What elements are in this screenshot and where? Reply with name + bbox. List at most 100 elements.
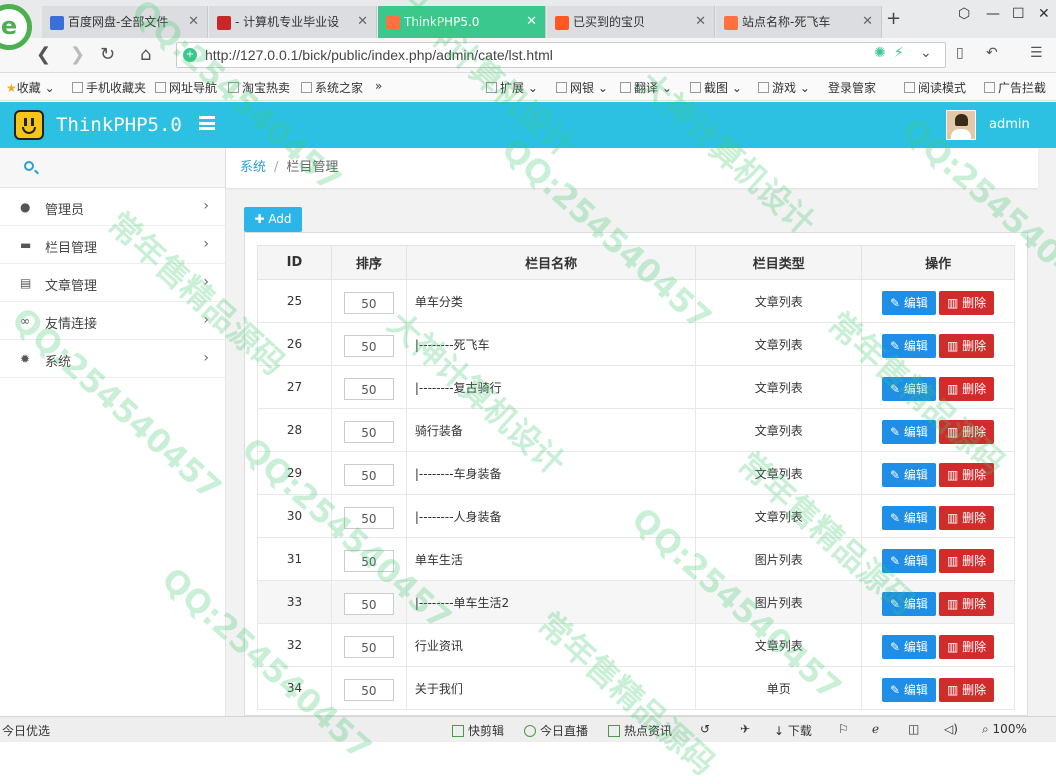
status-refresh-icon[interactable]: ↺ bbox=[700, 722, 710, 736]
tab-close-icon[interactable]: ✕ bbox=[862, 6, 873, 38]
phone-icon[interactable]: ▯ bbox=[956, 45, 964, 61]
bookmark-item[interactable]: 手机收藏夹 bbox=[72, 79, 146, 96]
status-zoom[interactable]: ⌕ 100% bbox=[982, 722, 1027, 737]
status-ie-icon[interactable]: ℯ bbox=[872, 722, 879, 736]
new-tab-icon[interactable]: + bbox=[886, 8, 901, 29]
search-icon[interactable] bbox=[24, 161, 34, 171]
minimize-icon[interactable]: — bbox=[986, 6, 1000, 22]
delete-button[interactable]: ▥ 删除 bbox=[938, 291, 995, 315]
edit-icon: ✎ bbox=[890, 296, 904, 310]
delete-button[interactable]: ▥ 删除 bbox=[938, 463, 995, 487]
reload-icon[interactable]: ↻ bbox=[100, 44, 115, 65]
edit-button[interactable]: ✎ 编辑 bbox=[882, 592, 936, 616]
browser-tab[interactable]: 站点名称-死飞车 ✕ bbox=[716, 6, 882, 38]
edit-icon: ✎ bbox=[890, 382, 904, 396]
add-button[interactable]: ✚ Add bbox=[244, 207, 302, 232]
sidebar-item-links[interactable]: ∞ 友情连接 › bbox=[0, 302, 225, 340]
edit-button[interactable]: ✎ 编辑 bbox=[882, 506, 936, 530]
close-window-icon[interactable]: ✕ bbox=[1038, 6, 1050, 22]
undo-icon[interactable]: ↶ bbox=[986, 45, 998, 61]
sidebar-toggle-icon[interactable] bbox=[199, 116, 215, 130]
back-icon[interactable]: ❮ bbox=[36, 44, 51, 65]
cell-sort: 50 bbox=[330, 451, 407, 495]
sort-input[interactable]: 50 bbox=[343, 636, 394, 658]
browser-tab[interactable]: - 计算机专业毕业设 ✕ bbox=[209, 6, 377, 38]
status-pin-icon[interactable]: ✈ bbox=[740, 722, 750, 736]
bookmark-login[interactable]: 登录管家 bbox=[828, 79, 876, 96]
bookmark-screenshot[interactable]: 截图 ⌄ bbox=[690, 79, 742, 96]
sort-input[interactable]: 50 bbox=[343, 679, 394, 701]
sidebar-item-system[interactable]: ✹ 系统 › bbox=[0, 340, 225, 378]
bookmark-adblock[interactable]: 广告拦截 bbox=[984, 79, 1046, 96]
bookmark-favorites[interactable]: ★收藏 ⌄ bbox=[6, 79, 55, 96]
lightning-icon[interactable]: ⚡ bbox=[894, 45, 904, 61]
sort-input[interactable]: 50 bbox=[343, 550, 394, 572]
bookmark-reader[interactable]: 阅读模式 bbox=[904, 79, 966, 96]
edit-button[interactable]: ✎ 编辑 bbox=[882, 420, 936, 444]
status-flag-icon[interactable]: ⚐ bbox=[838, 722, 849, 736]
status-download[interactable]: ↓ 下载 bbox=[774, 722, 812, 739]
brand-title[interactable]: ThinkPHP5.0 bbox=[56, 114, 182, 136]
delete-button[interactable]: ▥ 删除 bbox=[938, 549, 995, 573]
delete-button[interactable]: ▥ 删除 bbox=[938, 678, 995, 702]
delete-button[interactable]: ▥ 删除 bbox=[938, 506, 995, 530]
breadcrumb-root[interactable]: 系统 bbox=[240, 160, 266, 175]
username[interactable]: admin bbox=[989, 117, 1030, 132]
avatar[interactable] bbox=[946, 110, 976, 140]
delete-button[interactable]: ▥ 删除 bbox=[938, 420, 995, 444]
tab-close-icon[interactable]: ✕ bbox=[188, 6, 199, 38]
delete-button[interactable]: ▥ 删除 bbox=[938, 592, 995, 616]
browser-tab[interactable]: 百度网盘-全部文件 ✕ bbox=[42, 6, 208, 38]
browser-tab-active[interactable]: ThinkPHP5.0 ✕ bbox=[378, 6, 546, 38]
sidebar-item-articles[interactable]: ▤ 文章管理 › bbox=[0, 264, 225, 302]
status-sound-icon[interactable]: ◁) bbox=[944, 722, 958, 736]
sort-input[interactable]: 50 bbox=[343, 292, 394, 314]
status-news[interactable]: 热点资讯 bbox=[608, 722, 672, 739]
sort-input[interactable]: 50 bbox=[343, 507, 394, 529]
menu-icon[interactable]: ☰ bbox=[1030, 45, 1043, 61]
tab-close-icon[interactable]: ✕ bbox=[526, 6, 537, 38]
delete-button[interactable]: ▥ 删除 bbox=[938, 635, 995, 659]
bookmark-games[interactable]: 游戏 ⌄ bbox=[758, 79, 810, 96]
book-icon bbox=[904, 82, 915, 93]
delete-button[interactable]: ▥ 删除 bbox=[938, 377, 995, 401]
status-window-icon[interactable]: ◫ bbox=[908, 722, 919, 736]
dropdown-icon[interactable]: ⌄ bbox=[920, 45, 932, 61]
skin-icon[interactable]: ⬡ bbox=[958, 6, 970, 22]
bookmark-item[interactable]: 网址导航 bbox=[155, 79, 217, 96]
sidebar-search[interactable] bbox=[0, 148, 225, 188]
tab-close-icon[interactable]: ✕ bbox=[357, 6, 368, 38]
edit-button[interactable]: ✎ 编辑 bbox=[882, 377, 936, 401]
edit-button[interactable]: ✎ 编辑 bbox=[882, 291, 936, 315]
tab-close-icon[interactable]: ✕ bbox=[695, 6, 706, 38]
delete-button[interactable]: ▥ 删除 bbox=[938, 334, 995, 358]
bookmark-bank[interactable]: 网银 ⌄ bbox=[556, 79, 608, 96]
edit-button[interactable]: ✎ 编辑 bbox=[882, 635, 936, 659]
sidebar-item-categories[interactable]: ▬ 栏目管理 › bbox=[0, 226, 225, 264]
edit-button[interactable]: ✎ 编辑 bbox=[882, 463, 936, 487]
forward-icon[interactable]: ❯ bbox=[70, 44, 85, 65]
status-today-picks[interactable]: 今日优选 bbox=[2, 722, 50, 739]
sort-input[interactable]: 50 bbox=[343, 464, 394, 486]
edit-button[interactable]: ✎ 编辑 bbox=[882, 678, 936, 702]
edit-button[interactable]: ✎ 编辑 bbox=[882, 549, 936, 573]
sort-input[interactable]: 50 bbox=[343, 593, 394, 615]
edit-button[interactable]: ✎ 编辑 bbox=[882, 334, 936, 358]
url-field[interactable]: + http://127.0.0.1/bick/public/index.php… bbox=[176, 42, 946, 68]
sort-input[interactable]: 50 bbox=[343, 378, 394, 400]
bookmark-item[interactable]: 系统之家 bbox=[301, 79, 363, 96]
browser-tab[interactable]: 已买到的宝贝 ✕ bbox=[547, 6, 715, 38]
speed-icon[interactable]: ✺ bbox=[874, 45, 886, 61]
bookmark-item[interactable]: 淘宝热卖 bbox=[228, 79, 290, 96]
status-live[interactable]: 今日直播 bbox=[524, 722, 588, 739]
sort-input[interactable]: 50 bbox=[343, 421, 394, 443]
bookmark-translate[interactable]: 翻译 ⌄ bbox=[620, 79, 672, 96]
bookmark-extensions[interactable]: 扩展 ⌄ bbox=[486, 79, 538, 96]
bookmark-more[interactable]: » bbox=[375, 79, 382, 93]
home-icon[interactable]: ⌂ bbox=[140, 44, 151, 65]
sort-input[interactable]: 50 bbox=[343, 335, 394, 357]
maximize-icon[interactable]: ☐ bbox=[1012, 6, 1025, 22]
sidebar-item-admins[interactable]: ● 管理员 › bbox=[0, 188, 225, 226]
status-quick-edit[interactable]: 快剪辑 bbox=[452, 722, 504, 739]
edit-button-label: 编辑 bbox=[903, 511, 928, 525]
